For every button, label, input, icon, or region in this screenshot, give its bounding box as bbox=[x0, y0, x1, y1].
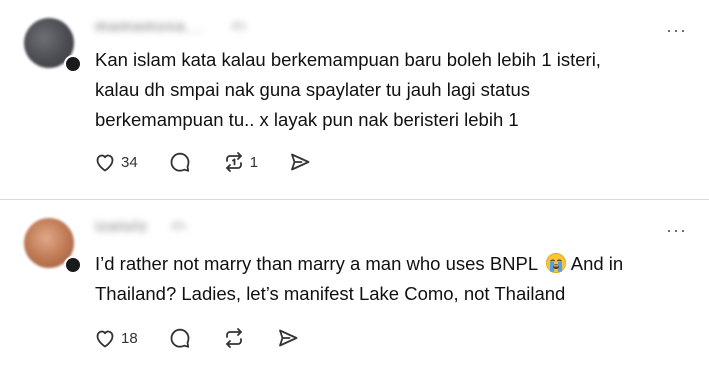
action-bar: 34 1 bbox=[93, 150, 342, 174]
share-button[interactable] bbox=[288, 150, 312, 174]
thread-reply: mamamusa__ 4h ··· Kan islam kata kalau b… bbox=[0, 0, 709, 200]
post-text: I’d rather not marry than marry a man wh… bbox=[95, 249, 623, 309]
username[interactable]: mamamusa__ bbox=[95, 18, 204, 35]
reply-button[interactable] bbox=[168, 150, 192, 174]
send-icon bbox=[278, 329, 298, 347]
reply-button[interactable] bbox=[168, 326, 192, 350]
timestamp: 4h bbox=[230, 18, 247, 35]
repost-button[interactable]: 1 bbox=[222, 150, 258, 174]
like-button[interactable]: 34 bbox=[93, 150, 138, 174]
repost-button[interactable] bbox=[222, 326, 246, 350]
loudly-crying-face-icon bbox=[545, 253, 566, 273]
heart-icon bbox=[96, 330, 114, 348]
timestamp: 4h bbox=[170, 218, 187, 235]
follow-badge[interactable] bbox=[64, 256, 82, 274]
comment-icon bbox=[170, 328, 190, 348]
follow-badge[interactable] bbox=[64, 55, 82, 73]
post-text-start: I’d rather not marry than marry a man wh… bbox=[95, 253, 543, 274]
heart-icon bbox=[96, 154, 114, 172]
like-button[interactable]: 18 bbox=[93, 326, 138, 350]
share-button[interactable] bbox=[276, 326, 300, 350]
send-icon bbox=[291, 153, 310, 171]
thread-reply: izatulz 4h ··· I’d rather not marry than… bbox=[0, 200, 709, 367]
like-count: 34 bbox=[121, 153, 138, 171]
like-count: 18 bbox=[121, 329, 138, 347]
action-bar: 18 bbox=[93, 326, 330, 350]
more-options-icon[interactable]: ··· bbox=[666, 221, 687, 239]
repost-icon bbox=[225, 328, 242, 348]
more-options-icon[interactable]: ··· bbox=[666, 21, 687, 39]
post-text: Kan islam kata kalau berkemampuan baru b… bbox=[95, 49, 601, 130]
comment-icon bbox=[170, 152, 190, 172]
username[interactable]: izatulz bbox=[95, 218, 148, 235]
repost-count: 1 bbox=[249, 153, 259, 171]
repost-icon bbox=[225, 152, 242, 172]
